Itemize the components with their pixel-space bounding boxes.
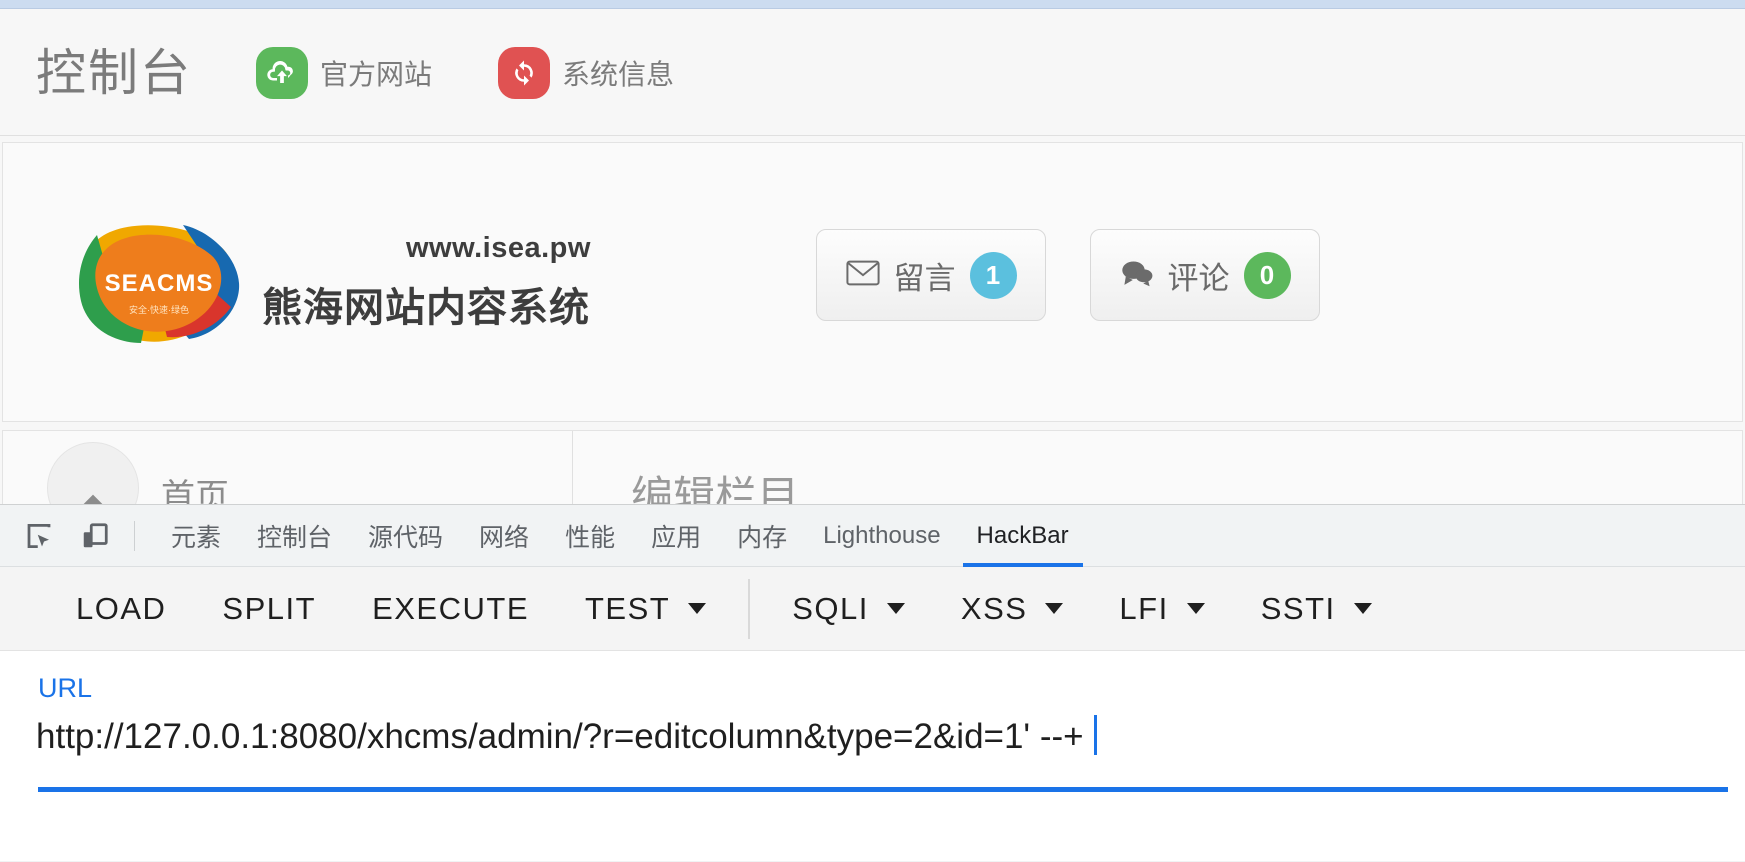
ssti-menu-label: SSTI	[1260, 590, 1336, 626]
execute-button-label: EXECUTE	[372, 590, 529, 626]
seacms-logo: SEACMS 安全·快速·绿色	[71, 217, 246, 347]
url-input-underline	[38, 787, 1728, 792]
chevron-down-icon	[1186, 603, 1205, 614]
url-field-label: URL	[38, 673, 93, 703]
url-input[interactable]: http://127.0.0.1:8080/xhcms/admin/?r=edi…	[36, 715, 1097, 757]
sqli-menu-button[interactable]: SQLI	[764, 591, 933, 627]
header-link-label: 官方网站	[320, 58, 433, 90]
browser-top-strip	[0, 0, 1745, 9]
tab-lighthouse[interactable]: Lighthouse	[805, 505, 958, 567]
refresh-icon	[498, 46, 551, 99]
chevron-down-icon	[688, 603, 707, 614]
envelope-icon	[845, 259, 880, 292]
content-heading: 编辑栏目	[631, 473, 800, 504]
lfi-menu-label: LFI	[1119, 590, 1169, 626]
message-button-label: 留言	[893, 260, 956, 296]
test-menu-label: TEST	[585, 590, 671, 626]
ssti-menu-button[interactable]: SSTI	[1233, 591, 1400, 627]
sidebar-item-home-label: 首页	[161, 478, 229, 504]
hackbar-body: URL http://127.0.0.1:8080/xhcms/admin/?r…	[0, 651, 1745, 861]
xss-menu-button[interactable]: XSS	[933, 591, 1092, 627]
header-link-label: 系统信息	[562, 58, 675, 90]
device-toolbar-icon[interactable]	[74, 515, 116, 557]
cms-action-buttons: 留言 1 评论 0	[816, 229, 1320, 321]
tab-application[interactable]: 应用	[633, 505, 719, 567]
tab-console[interactable]: 控制台	[239, 505, 350, 567]
execute-button[interactable]: EXECUTE	[344, 591, 557, 627]
tab-elements[interactable]: 元素	[153, 505, 239, 567]
tab-performance[interactable]: 性能	[547, 505, 633, 567]
sqli-menu-label: SQLI	[792, 590, 869, 626]
svg-text:SEACMS: SEACMS	[105, 270, 214, 297]
devtools-tabbar: 元素 控制台 源代码 网络 性能 应用 内存 Lighthouse HackBa…	[0, 505, 1745, 567]
split-button[interactable]: SPLIT	[194, 591, 344, 627]
inspect-element-icon[interactable]	[18, 515, 60, 557]
tab-network[interactable]: 网络	[461, 505, 547, 567]
test-menu-button[interactable]: TEST	[557, 591, 734, 627]
devtools-panel: 元素 控制台 源代码 网络 性能 应用 内存 Lighthouse HackBa…	[0, 504, 1745, 862]
tab-memory[interactable]: 内存	[719, 505, 805, 567]
inspected-page: 控制台 官方网站 系统信息 SEACMS 安全·快速·绿色 www.isea.p…	[0, 0, 1745, 504]
toolbar-divider	[134, 520, 135, 551]
split-button-label: SPLIT	[222, 590, 317, 626]
sidebar-item-home[interactable]: 首页	[3, 431, 573, 504]
brand-name: 熊海网站内容系统	[262, 285, 590, 330]
comment-button-label: 评论	[1167, 260, 1230, 296]
comment-icon	[1120, 259, 1154, 292]
brand-url: www.isea.pw	[406, 231, 591, 264]
brand-text: www.isea.pw 熊海网站内容系统	[256, 232, 591, 333]
text-cursor	[1093, 715, 1097, 755]
hackbar-toolbar-divider	[748, 578, 751, 639]
chevron-down-icon	[1353, 603, 1372, 614]
load-button-label: LOAD	[76, 590, 167, 626]
lfi-menu-button[interactable]: LFI	[1091, 591, 1232, 627]
message-button[interactable]: 留言 1	[816, 229, 1046, 321]
header-link-system-info[interactable]: 系统信息	[498, 46, 675, 99]
cms-brand-panel: SEACMS 安全·快速·绿色 www.isea.pw 熊海网站内容系统 留言 …	[2, 142, 1743, 422]
page-title: 控制台	[36, 44, 192, 101]
comment-count-badge: 0	[1243, 251, 1291, 299]
tab-sources[interactable]: 源代码	[350, 505, 461, 567]
xss-menu-label: XSS	[960, 590, 1028, 626]
cloud-upload-icon	[256, 46, 308, 99]
home-icon	[47, 441, 139, 504]
site-nav-strip: 首页 编辑栏目	[2, 430, 1743, 504]
site-header: 控制台 官方网站 系统信息	[0, 10, 1745, 136]
load-button[interactable]: LOAD	[48, 591, 194, 627]
chevron-down-icon	[886, 603, 905, 614]
chevron-down-icon	[1045, 603, 1064, 614]
tab-hackbar[interactable]: HackBar	[959, 505, 1087, 567]
url-input-text: http://127.0.0.1:8080/xhcms/admin/?r=edi…	[36, 717, 1084, 756]
svg-text:安全·快速·绿色: 安全·快速·绿色	[129, 304, 189, 315]
comment-button[interactable]: 评论 0	[1090, 229, 1320, 321]
hackbar-toolbar: LOAD SPLIT EXECUTE TEST SQLI XSS LFI SST…	[0, 567, 1745, 651]
message-count-badge: 1	[969, 251, 1017, 299]
content-heading-area: 编辑栏目	[573, 431, 799, 504]
header-link-official-site[interactable]: 官方网站	[256, 46, 433, 99]
